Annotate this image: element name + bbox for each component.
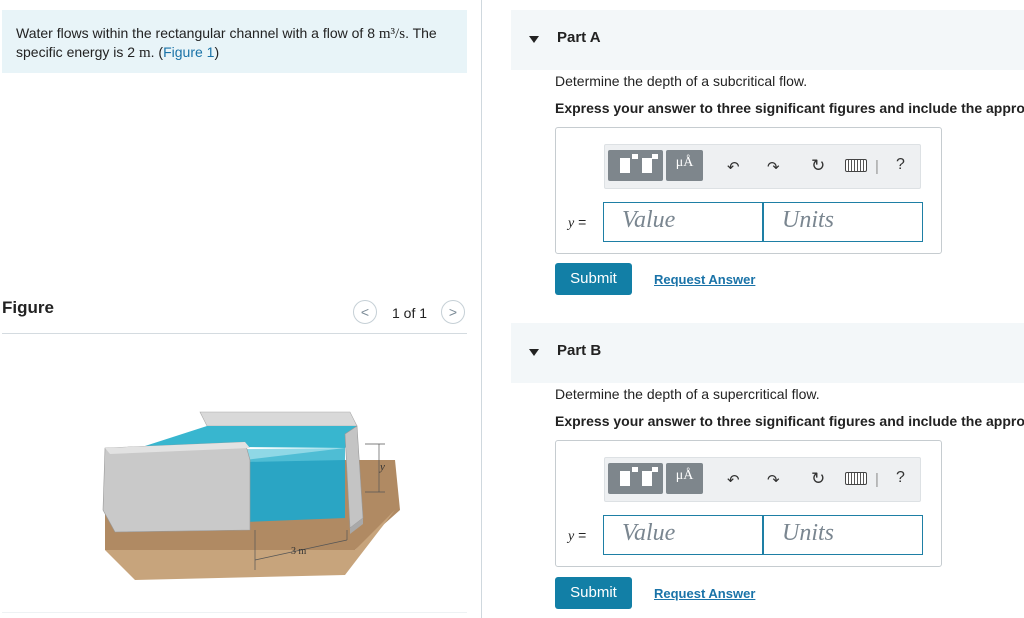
part-b-answer-box: μÅ ↶ ↷ ↻ | ? y = Value Units bbox=[555, 440, 942, 567]
toolbar-separator: | bbox=[875, 471, 879, 488]
dim-y-label: y bbox=[379, 461, 385, 473]
equals-sign: = bbox=[574, 527, 587, 543]
figure-count: 1 of 1 bbox=[392, 305, 428, 321]
flow-unit: m³/s bbox=[378, 26, 406, 42]
units-button[interactable]: μÅ bbox=[666, 463, 703, 494]
part-a-answer-box: μÅ ↶ ↷ ↻ | ? y = Value Units bbox=[555, 127, 942, 254]
part-a-units-input[interactable]: Units bbox=[763, 202, 923, 242]
template-icon bbox=[620, 154, 658, 173]
part-a-header[interactable]: Part A bbox=[511, 10, 1024, 70]
problem-panel: Water flows within the rectangular chann… bbox=[0, 0, 482, 618]
help-icon[interactable]: ? bbox=[896, 469, 905, 487]
next-figure-button[interactable]: > bbox=[441, 300, 465, 324]
figure-divider bbox=[2, 333, 467, 334]
problem-text-after: . ( bbox=[150, 44, 164, 60]
part-b-request-answer-link[interactable]: Request Answer bbox=[654, 586, 755, 601]
part-b-units-input[interactable]: Units bbox=[763, 515, 923, 555]
problem-text: Water flows within the rectangular chann… bbox=[16, 25, 379, 41]
prev-figure-button[interactable]: < bbox=[353, 300, 377, 324]
part-a-toolbar: μÅ ↶ ↷ ↻ | ? bbox=[604, 144, 921, 189]
channel-figure: y 3 m bbox=[95, 400, 405, 585]
part-a-var-label: y = bbox=[568, 214, 586, 232]
part-a-value-input[interactable]: Value bbox=[603, 202, 763, 242]
part-b-title: Part B bbox=[557, 342, 602, 359]
part-b-var-label: y = bbox=[568, 527, 586, 545]
problem-close-paren: ) bbox=[214, 44, 220, 60]
template-icon bbox=[620, 467, 658, 486]
panel-divider bbox=[481, 0, 482, 618]
part-b-submit-button[interactable]: Submit bbox=[555, 577, 632, 609]
keyboard-icon[interactable] bbox=[845, 159, 867, 172]
part-b-value-input[interactable]: Value bbox=[603, 515, 763, 555]
redo-icon[interactable]: ↷ bbox=[767, 471, 780, 489]
part-a-request-answer-link[interactable]: Request Answer bbox=[654, 272, 755, 287]
part-a-submit-button[interactable]: Submit bbox=[555, 263, 632, 295]
undo-icon[interactable]: ↶ bbox=[727, 158, 740, 176]
part-b-toolbar: μÅ ↶ ↷ ↻ | ? bbox=[604, 457, 921, 502]
part-a-question: Determine the depth of a subcritical flo… bbox=[555, 73, 808, 89]
toolbar-separator: | bbox=[875, 158, 879, 175]
collapse-triangle-icon[interactable] bbox=[529, 349, 539, 356]
part-b-instruction: Express your answer to three significant… bbox=[555, 413, 1024, 429]
part-b-header[interactable]: Part B bbox=[511, 323, 1024, 383]
template-button[interactable] bbox=[608, 150, 663, 181]
undo-icon[interactable]: ↶ bbox=[727, 471, 740, 489]
part-b-question: Determine the depth of a supercritical f… bbox=[555, 386, 820, 402]
dim-width-label: 3 m bbox=[291, 546, 307, 557]
help-icon[interactable]: ? bbox=[896, 156, 905, 174]
reset-icon[interactable]: ↻ bbox=[811, 156, 825, 176]
units-button[interactable]: μÅ bbox=[666, 150, 703, 181]
reset-icon[interactable]: ↻ bbox=[811, 469, 825, 489]
figure-header: Figure bbox=[2, 298, 54, 317]
figure-link[interactable]: Figure 1 bbox=[163, 44, 214, 60]
part-a-title: Part A bbox=[557, 29, 601, 46]
energy-unit: m bbox=[138, 45, 151, 61]
channel-illustration: y 3 m bbox=[102, 411, 400, 580]
redo-icon[interactable]: ↷ bbox=[767, 158, 780, 176]
collapse-triangle-icon[interactable] bbox=[529, 36, 539, 43]
problem-statement: Water flows within the rectangular chann… bbox=[2, 10, 467, 73]
template-button[interactable] bbox=[608, 463, 663, 494]
figure-bottom-line bbox=[2, 612, 467, 613]
keyboard-icon[interactable] bbox=[845, 472, 867, 485]
equals-sign: = bbox=[574, 214, 587, 230]
part-a-instruction: Express your answer to three significant… bbox=[555, 100, 1024, 116]
